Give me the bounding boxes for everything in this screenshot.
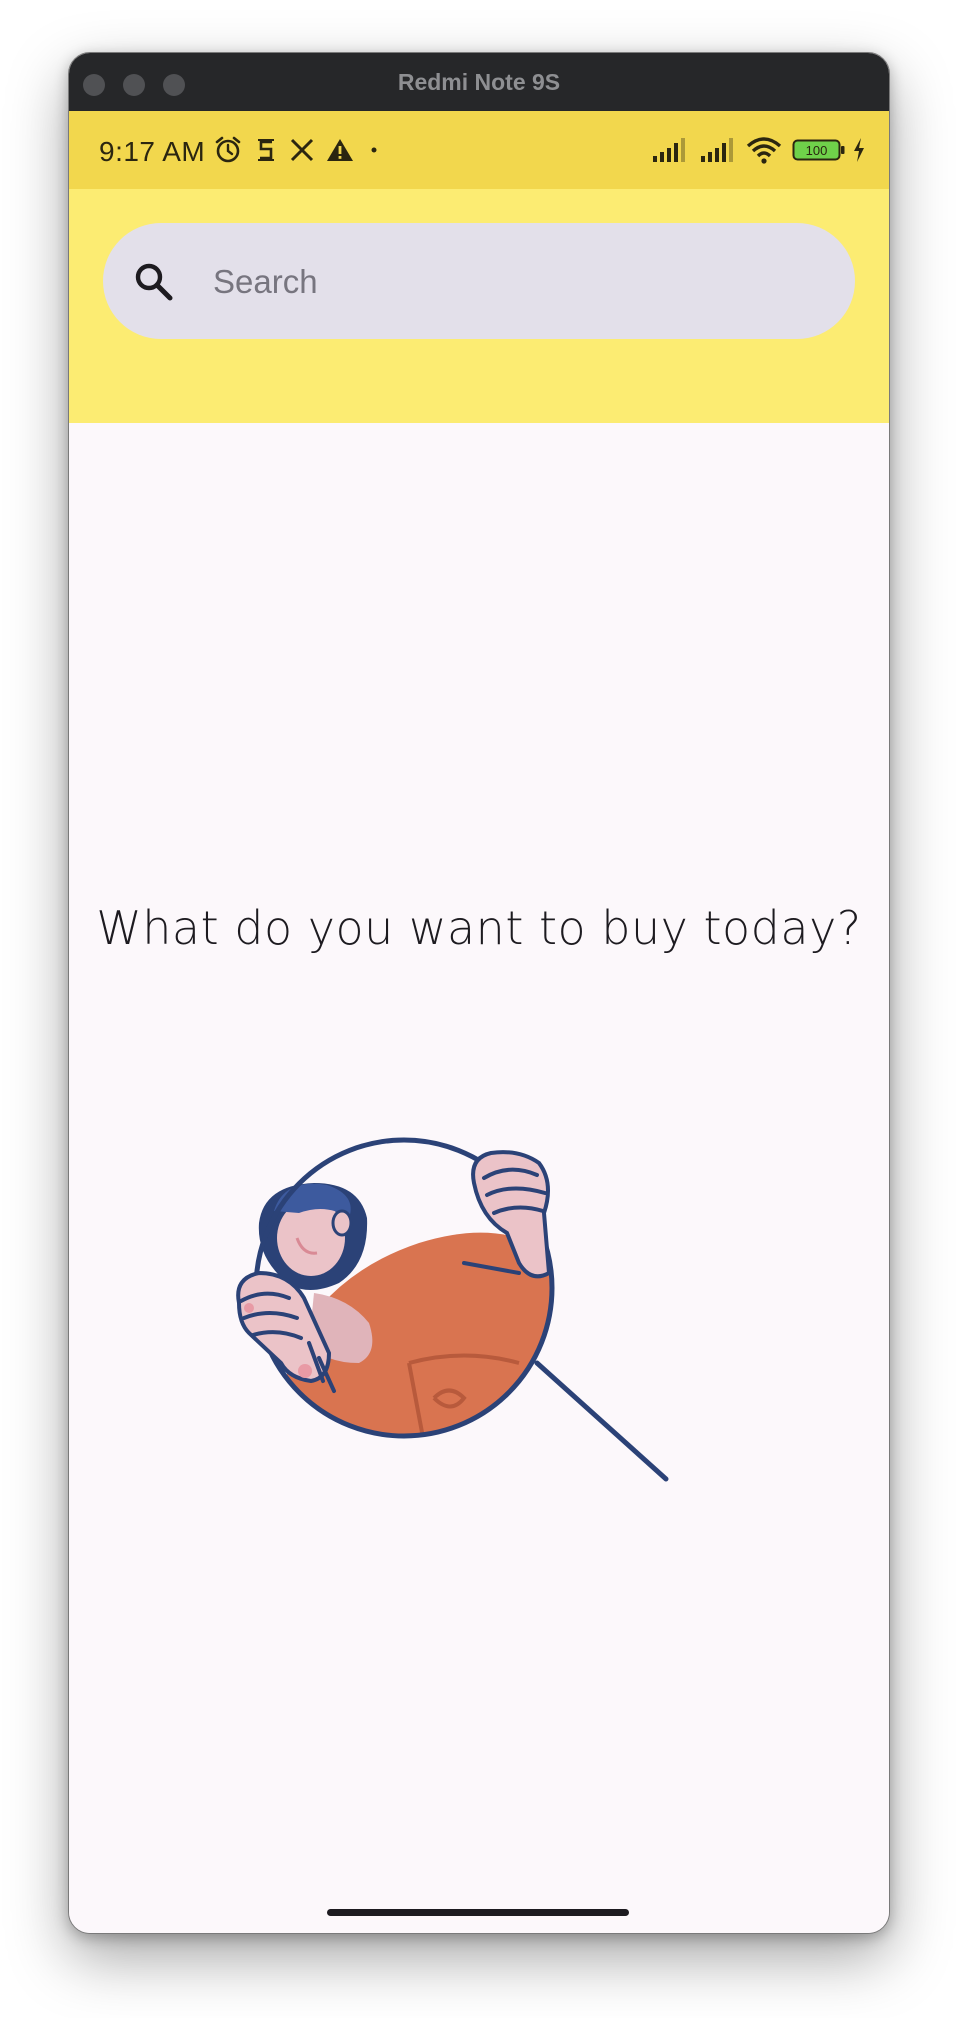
window-titlebar: Redmi Note 9S	[69, 53, 889, 111]
warning-icon	[325, 133, 355, 167]
status-bar: 9:17 AM 100	[69, 111, 889, 189]
app-s-icon	[253, 133, 279, 167]
alarm-icon	[212, 133, 244, 167]
person-in-magnifier-illustration	[236, 1137, 669, 1482]
home-indicator[interactable]	[327, 1909, 629, 1916]
wifi-icon	[745, 133, 783, 167]
signal-icon	[699, 133, 737, 167]
main-content: What do you want to buy today?	[69, 423, 889, 1933]
app-bar	[69, 189, 889, 423]
dot-icon	[369, 133, 379, 167]
battery-level: 100	[806, 143, 828, 158]
search-bar[interactable]	[103, 223, 855, 339]
window-title: Redmi Note 9S	[397, 69, 561, 95]
search-icon[interactable]	[133, 261, 175, 303]
status-time: 9:17 AM	[99, 136, 206, 167]
x-logo-icon	[287, 133, 317, 167]
battery-icon: 100	[791, 133, 847, 167]
signal-icon	[651, 133, 689, 167]
search-input[interactable]	[211, 253, 815, 311]
page-prompt: What do you want to buy today?	[96, 901, 862, 955]
emulator-window: Redmi Note 9S 9:17 AM 100 Search What do…	[68, 52, 890, 1934]
magnifier-handle	[534, 1360, 669, 1482]
charging-icon	[851, 133, 867, 167]
